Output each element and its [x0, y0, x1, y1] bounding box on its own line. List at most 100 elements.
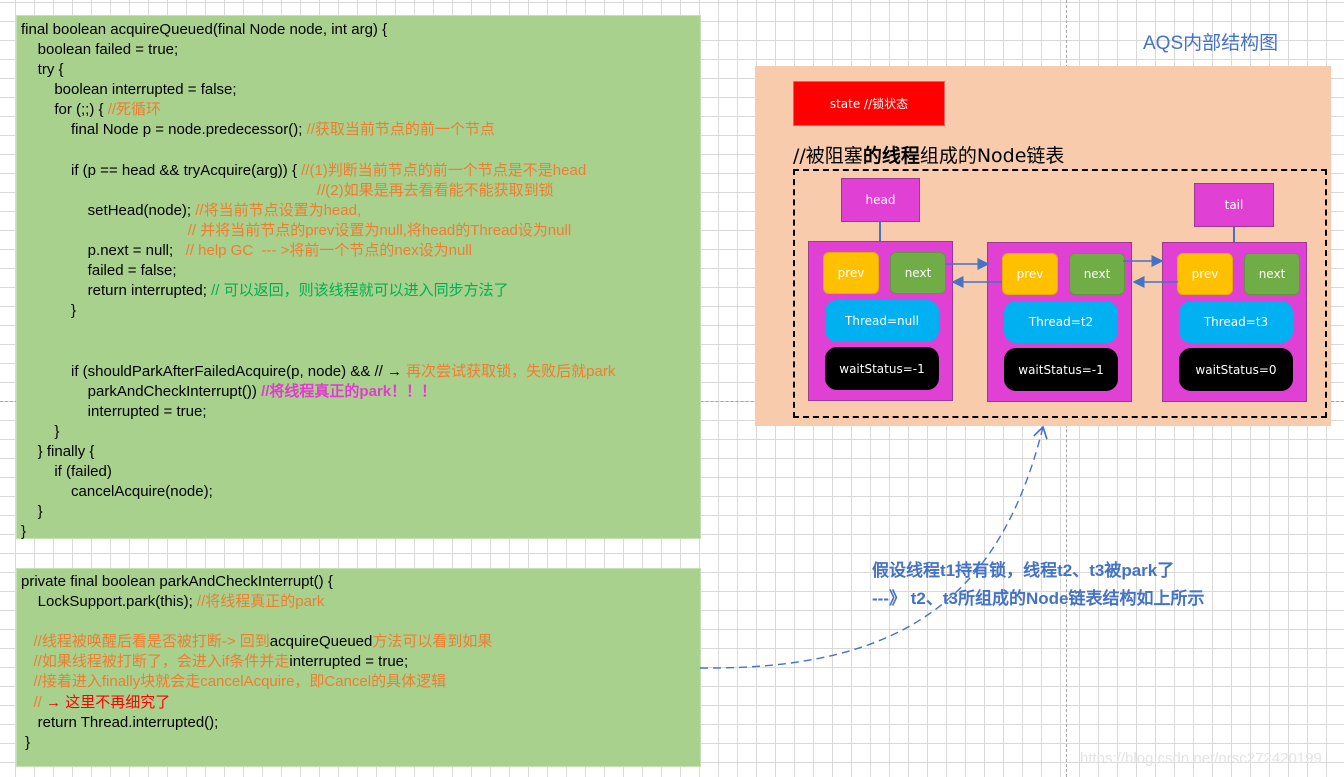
code-line: } finally {	[17, 442, 700, 462]
code-text: boolean failed = true;	[21, 41, 179, 59]
node-prev-field: prev	[823, 252, 879, 294]
code-comment: 方法可以看到如果	[372, 633, 493, 651]
code-line: if (p == head && tryAcquire(arg)) { //(1…	[17, 161, 700, 181]
code-line: failed = false;	[17, 261, 700, 281]
chain-title-part: 组成的Node链表	[919, 145, 1065, 167]
code-line: try {	[17, 60, 700, 80]
code-line: parkAndCheckInterrupt()) //将线程真正的park！！！	[17, 382, 700, 402]
chain-title-part: //被阻塞	[793, 145, 863, 167]
code-text: setHead(node);	[21, 201, 196, 219]
explanation-note-line-2: ---》 t2、t3所组成的Node链表结构如上所示	[872, 589, 1205, 608]
code-text: interrupted = true;	[21, 402, 207, 420]
code-comment: //将线程真正的park！！！	[261, 382, 437, 400]
code-line: //(2)如果是再去看看能不能获取到锁	[17, 181, 700, 201]
code-comment: //	[33, 693, 47, 711]
code-line: // 并将当前节点的prev设置为null,将head的Thread设为null	[17, 221, 700, 241]
code-comment: // 并将当前节点的prev设置为null,将head的Thread设为null	[187, 221, 572, 239]
code-comment: //(2)如果是再去看看能不能获取到锁	[316, 181, 554, 199]
code-text: interrupted = true;	[289, 653, 409, 671]
code-line: }	[17, 502, 700, 522]
watermark: https://blog.csdn.net/nrsc272420199	[1080, 750, 1322, 767]
aqs-structure-panel: state //锁状态 //被阻塞的线程组成的Node链表 head tail …	[755, 66, 1331, 426]
node-thread-field: Thread=t2	[1004, 301, 1118, 343]
code-text: LockSupport.park(this);	[21, 593, 197, 611]
node-head: prev next Thread=null waitStatus=-1	[808, 241, 953, 401]
node-t3: prev next Thread=t3 waitStatus=0	[1162, 242, 1307, 402]
node-next-field: next	[890, 252, 946, 294]
code-comment: //将线程真正的park	[196, 593, 325, 611]
code-line: LockSupport.park(this); //将线程真正的park	[17, 592, 700, 612]
head-pointer-box: head	[841, 178, 920, 222]
code-comment: → 这里不再细究了	[46, 693, 171, 711]
code-text: try {	[21, 61, 64, 79]
chain-title-part-bold: 的线程	[862, 145, 920, 167]
node-prev-field: prev	[1002, 253, 1058, 295]
code-line: //如果线程被打断了，会进入if条件并走interrupted = true;	[17, 652, 700, 672]
code-line: p.next = null; // help GC --- >将前一个节点的ne…	[17, 241, 700, 261]
code-text: parkAndCheckInterrupt())	[21, 382, 262, 400]
code-text: }	[21, 302, 77, 320]
code-text: for (;;) {	[21, 101, 108, 119]
code-line: //接着进入finally块就会走cancelAcquire，即Cancel的具…	[17, 672, 700, 692]
code-text: }	[21, 422, 60, 440]
code-comment: //接着进入finally块就会走cancelAcquire，即Cancel的具…	[33, 673, 447, 691]
code-line: for (;;) { //死循环	[17, 100, 700, 120]
code-line: interrupted = true;	[17, 402, 700, 422]
code-line: final boolean acquireQueued(final Node n…	[17, 20, 700, 40]
code-comment: // help GC --- >将前一个节点的nex设为null	[185, 242, 472, 260]
node-prev-field: prev	[1177, 253, 1233, 295]
tail-connector	[1233, 227, 1235, 242]
explanation-note-line-1: 假设线程t1持有锁，线程t2、t3被park了	[872, 561, 1175, 580]
node-t2: prev next Thread=t2 waitStatus=-1	[987, 242, 1132, 402]
code-text: acquireQueued	[269, 633, 373, 651]
code-line: cancelAcquire(node);	[17, 482, 700, 502]
code-comment: //死循环	[107, 101, 162, 119]
code-line: if (failed)	[17, 462, 700, 482]
state-box: state //锁状态	[793, 81, 945, 126]
code-text: }	[21, 503, 43, 521]
code-line: //线程被唤醒后看是否被打断-> 回到acquireQueued方法可以看到如果	[17, 632, 700, 652]
code-line: // → 这里不再细究了	[17, 693, 700, 713]
head-connector	[879, 222, 881, 242]
code-text: return Thread.interrupted();	[21, 713, 219, 731]
code-line: final Node p = node.predecessor(); //获取当…	[17, 120, 700, 140]
code-line: }	[17, 301, 700, 321]
code-text: failed = false;	[21, 262, 177, 280]
code-text: if (shouldParkAfterFailedAcquire(p, node…	[21, 362, 407, 380]
code-comment: //将当前节点设置为head,	[195, 201, 362, 219]
diagram-title: AQS内部结构图	[1143, 33, 1279, 54]
code-line: }	[17, 522, 700, 542]
code-text: if (failed)	[21, 463, 112, 481]
code-text: p.next = null;	[21, 242, 186, 260]
node-wait-status-field: waitStatus=-1	[825, 347, 939, 390]
code-line: }	[17, 422, 700, 442]
code-text: }	[21, 733, 31, 751]
code-comment: // 可以返回，则该线程就可以进入同步方法了	[211, 282, 509, 300]
code-line: if (shouldParkAfterFailedAcquire(p, node…	[17, 362, 700, 382]
code-text: final boolean acquireQueued(final Node n…	[21, 21, 388, 38]
code-line: setHead(node); //将当前节点设置为head,	[17, 201, 700, 221]
node-wait-status-field: waitStatus=0	[1179, 348, 1293, 391]
code-comment: //线程被唤醒后看是否被打断-> 回到	[33, 633, 270, 651]
code-text: return interrupted;	[21, 282, 212, 300]
code-text: cancelAcquire(node);	[21, 483, 213, 501]
curved-reference-arrow	[699, 427, 1043, 669]
code-text: boolean interrupted = false;	[21, 81, 237, 99]
code-line: return interrupted; // 可以返回，则该线程就可以进入同步方…	[17, 281, 700, 301]
code-comment: //(1)判断当前节点的前一个节点是不是head	[301, 161, 587, 179]
tail-pointer-box: tail	[1194, 183, 1274, 227]
code-text: final Node p = node.predecessor();	[21, 121, 307, 139]
code-line: }	[17, 733, 700, 753]
code-comment: //获取当前节点的前一个节点	[306, 121, 495, 139]
node-wait-status-field: waitStatus=-1	[1004, 348, 1118, 391]
node-thread-field: Thread=t3	[1179, 301, 1293, 343]
